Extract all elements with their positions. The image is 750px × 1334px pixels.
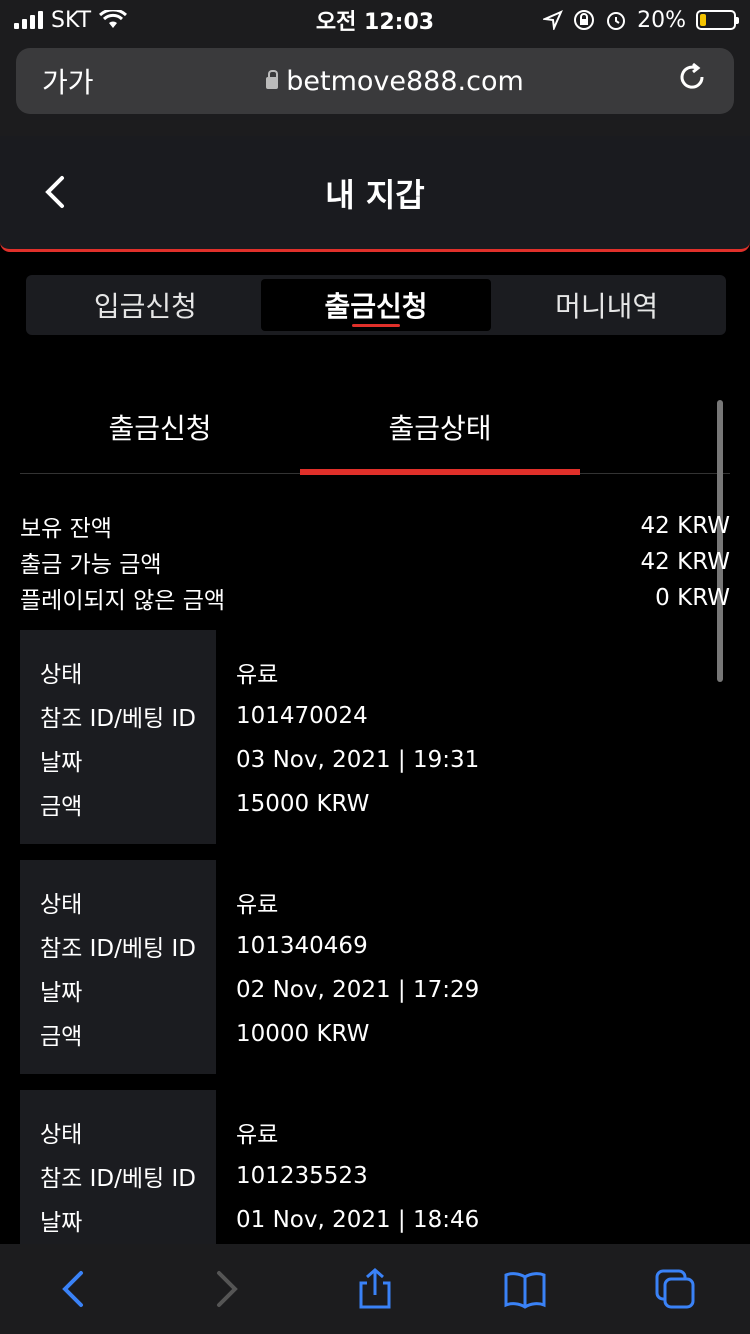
summary-row: 출금 가능 금액 42 KRW — [20, 544, 730, 580]
wifi-icon — [99, 10, 128, 28]
value-ref: 101340469 — [236, 933, 368, 959]
tab-money-history[interactable]: 머니내역 — [491, 279, 722, 331]
transaction-card: 상태 참조 ID/베팅 ID 날짜 금액 유료 101470024 03 Nov… — [20, 630, 730, 844]
value-date: 03 Nov, 2021 | 19:31 — [236, 747, 480, 773]
card-labels: 상태 참조 ID/베팅 ID 날짜 금액 — [20, 860, 216, 1074]
browser-back-button[interactable] — [45, 1259, 105, 1319]
transaction-card: 상태 참조 ID/베팅 ID 날짜 유료 101235523 01 Nov, 2… — [20, 1090, 730, 1260]
book-icon — [504, 1272, 546, 1309]
address-bar[interactable]: 가가 betmove888.com — [16, 48, 734, 114]
status-time: 오전 12:03 — [315, 10, 435, 35]
label-ref: 참조 ID/베팅 ID — [40, 1166, 196, 1192]
location-icon — [543, 10, 564, 30]
label-status: 상태 — [40, 662, 83, 688]
label-amount: 금액 — [40, 794, 83, 820]
signal-icon — [14, 11, 43, 29]
card-values: 유료 101235523 01 Nov, 2021 | 18:46 — [216, 1090, 730, 1260]
value-status: 유료 — [236, 662, 279, 688]
tabs-icon — [655, 1269, 695, 1309]
transaction-card: 상태 참조 ID/베팅 ID 날짜 금액 유료 101340469 02 Nov… — [20, 860, 730, 1074]
summary-label: 플레이되지 않은 금액 — [20, 588, 226, 614]
main-tabs: 입금신청 출금신청 머니내역 — [26, 275, 726, 335]
value-amount: 10000 KRW — [236, 1021, 370, 1047]
value-status: 유료 — [236, 1122, 279, 1148]
browser-toolbar: 가가 betmove888.com — [0, 40, 750, 136]
card-values: 유료 101470024 03 Nov, 2021 | 19:31 15000 … — [216, 630, 730, 844]
back-button[interactable] — [40, 170, 80, 214]
sub-tabs: 출금신청 출금상태 — [20, 380, 730, 475]
reload-icon — [680, 62, 704, 89]
summary-label: 출금 가능 금액 — [20, 552, 162, 578]
status-left: SKT — [14, 8, 264, 33]
label-date: 날짜 — [40, 750, 83, 776]
chevron-right-icon — [217, 1271, 238, 1307]
reload-button[interactable] — [668, 61, 708, 101]
bookmarks-button[interactable] — [495, 1259, 555, 1319]
status-right: 20% — [486, 7, 739, 33]
battery-level — [700, 14, 707, 26]
label-status: 상태 — [40, 1122, 83, 1148]
reader-options-button[interactable]: 가가 — [42, 61, 122, 101]
alarm-icon — [607, 12, 626, 30]
carrier-name: SKT — [51, 7, 92, 33]
value-date: 01 Nov, 2021 | 18:46 — [236, 1207, 480, 1233]
subtab-withdraw-status[interactable]: 출금상태 — [300, 380, 580, 475]
label-status: 상태 — [40, 892, 83, 918]
tab-deposit[interactable]: 입금신청 — [30, 279, 261, 331]
subtab-withdraw-request[interactable]: 출금신청 — [20, 380, 300, 474]
value-amount: 15000 KRW — [236, 791, 370, 817]
summary-value: 42 KRW — [640, 549, 730, 575]
summary-value: 42 KRW — [640, 513, 730, 539]
url-text: betmove888.com — [286, 65, 524, 97]
tab-withdraw[interactable]: 출금신청 — [260, 279, 492, 331]
value-status: 유료 — [236, 892, 279, 918]
label-ref: 참조 ID/베팅 ID — [40, 936, 196, 962]
label-date: 날짜 — [40, 980, 83, 1006]
battery-percent: 20% — [637, 7, 686, 33]
tabs-button[interactable] — [645, 1259, 705, 1319]
label-date: 날짜 — [40, 1210, 83, 1236]
transaction-list: 상태 참조 ID/베팅 ID 날짜 금액 유료 101470024 03 Nov… — [20, 630, 730, 1276]
browser-bottom-toolbar — [0, 1244, 750, 1334]
value-ref: 101235523 — [236, 1163, 368, 1189]
value-ref: 101470024 — [236, 703, 368, 729]
battery-icon — [696, 10, 739, 30]
label-ref: 참조 ID/베팅 ID — [40, 706, 196, 732]
balance-summary: 보유 잔액 42 KRW 출금 가능 금액 42 KRW 플레이되지 않은 금액… — [20, 508, 730, 616]
status-bar: SKT 오전 12:03 20% — [0, 0, 750, 40]
summary-value: 0 KRW — [655, 585, 730, 611]
value-date: 02 Nov, 2021 | 17:29 — [236, 977, 480, 1003]
lock-icon — [266, 70, 279, 89]
summary-label: 보유 잔액 — [20, 516, 112, 542]
page-title: 내 지갑 — [325, 175, 425, 214]
browser-forward-button[interactable] — [195, 1259, 255, 1319]
card-labels: 상태 참조 ID/베팅 ID 날짜 금액 — [20, 630, 216, 844]
url-display[interactable]: betmove888.com — [122, 66, 668, 97]
chevron-left-icon — [45, 176, 64, 208]
card-labels: 상태 참조 ID/베팅 ID 날짜 — [20, 1090, 216, 1260]
app-header: 내 지갑 — [0, 136, 750, 252]
chevron-left-icon — [62, 1271, 83, 1307]
share-icon — [359, 1268, 391, 1309]
label-amount: 금액 — [40, 1024, 83, 1050]
share-button[interactable] — [345, 1259, 405, 1319]
card-values: 유료 101340469 02 Nov, 2021 | 17:29 10000 … — [216, 860, 730, 1074]
summary-row: 플레이되지 않은 금액 0 KRW — [20, 580, 730, 616]
summary-row: 보유 잔액 42 KRW — [20, 508, 730, 544]
rotation-lock-icon — [574, 10, 595, 30]
